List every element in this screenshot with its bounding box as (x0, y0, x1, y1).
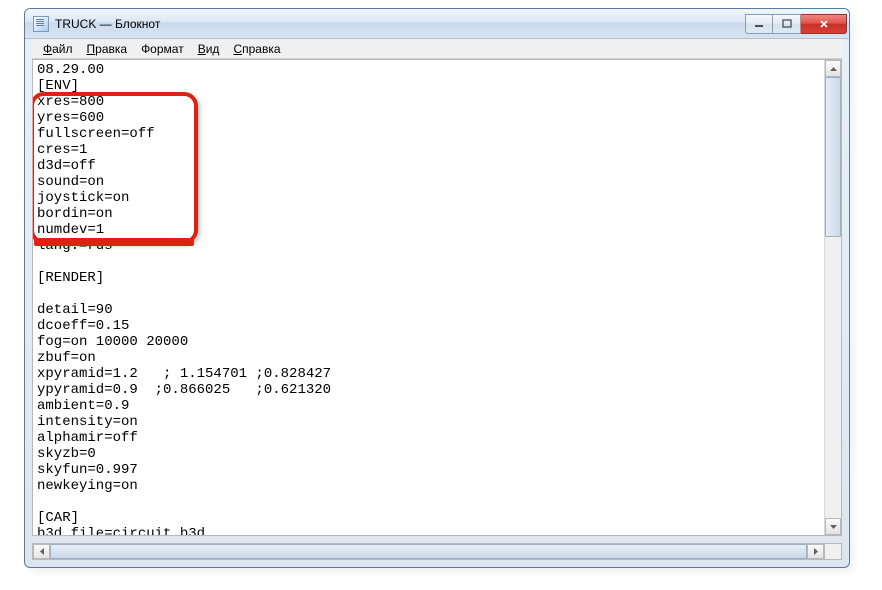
minimize-icon (754, 19, 764, 29)
maximize-icon (782, 19, 792, 29)
horizontal-scroll-row (32, 543, 842, 560)
vertical-scrollbar[interactable] (824, 60, 841, 535)
notepad-window: TRUCK — Блокнот Файл Правка Формат Вид С… (24, 8, 850, 568)
chevron-down-icon (830, 525, 837, 529)
titlebar[interactable]: TRUCK — Блокнот (25, 9, 849, 39)
scroll-thumb[interactable] (825, 77, 841, 237)
window-title: TRUCK — Блокнот (55, 17, 160, 31)
horizontal-scrollbar[interactable] (32, 543, 825, 560)
menu-format[interactable]: Формат (134, 41, 191, 57)
window-controls (745, 14, 847, 34)
maximize-button[interactable] (773, 14, 801, 34)
notepad-icon (33, 16, 49, 32)
hscroll-thumb[interactable] (50, 544, 807, 559)
scroll-down-button[interactable] (825, 518, 841, 535)
chevron-left-icon (40, 548, 44, 555)
menu-view[interactable]: Вид (191, 41, 227, 57)
minimize-button[interactable] (745, 14, 773, 34)
resize-grip[interactable] (825, 543, 842, 560)
menu-edit[interactable]: Правка (80, 41, 135, 57)
chevron-right-icon (814, 548, 818, 555)
menu-help[interactable]: Справка (226, 41, 287, 57)
scroll-left-button[interactable] (33, 544, 50, 559)
annotation-highlight (33, 92, 198, 244)
text-editor[interactable]: 08.29.00 [ENV] xres=800 yres=600 fullscr… (33, 60, 824, 535)
chevron-up-icon (830, 67, 837, 71)
menu-file[interactable]: Файл (36, 41, 80, 57)
close-button[interactable] (801, 14, 847, 34)
close-icon (819, 19, 829, 29)
scroll-track[interactable] (825, 77, 841, 518)
menubar: Файл Правка Формат Вид Справка (32, 39, 842, 59)
annotation-strike (34, 240, 194, 244)
scroll-up-button[interactable] (825, 60, 841, 77)
scroll-right-button[interactable] (807, 544, 824, 559)
client-area: 08.29.00 [ENV] xres=800 yres=600 fullscr… (32, 59, 842, 536)
hscroll-track[interactable] (50, 544, 807, 559)
